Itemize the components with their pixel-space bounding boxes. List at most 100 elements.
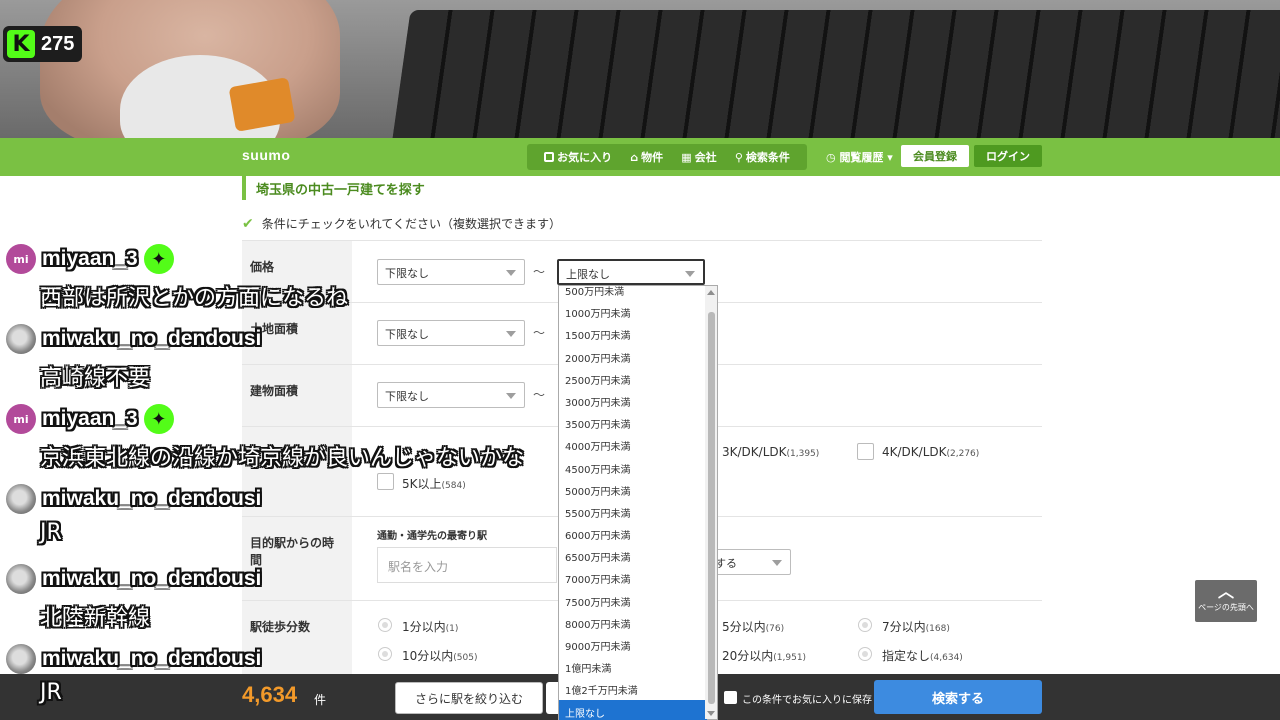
viewer-counter: K 275 <box>3 26 83 62</box>
result-count: 4,634 <box>242 682 298 707</box>
chat-user-row: miwaku_no_dendousi <box>6 324 261 354</box>
register-button[interactable]: 会員登録 <box>901 145 969 167</box>
scrollbar-thumb[interactable] <box>708 312 715 704</box>
chat-user-row: mi miyaan_3 ✦ <box>6 404 174 434</box>
chat-username: miwaku_no_dendousi <box>42 327 262 350</box>
chat-user-row: miwaku_no_dendousi <box>6 644 261 674</box>
save-favorite-label: この条件でお気に入りに保存 <box>742 695 872 706</box>
result-count-unit: 件 <box>314 693 327 707</box>
price-option[interactable]: 1億2千万円未満 <box>559 677 707 699</box>
price-option[interactable]: 6500万円未満 <box>559 544 707 566</box>
chat-user-row: miwaku_no_dendousi <box>6 484 261 514</box>
walk-option-any[interactable]: 指定なし(4,634) <box>882 647 963 664</box>
price-option[interactable]: 2000万円未満 <box>559 345 707 367</box>
walk-radio-1min[interactable] <box>378 618 392 632</box>
browsing-history-menu[interactable]: ◷ 閲覧履歴 ▾ <box>826 149 893 165</box>
scroll-down-arrow-icon[interactable] <box>707 711 715 716</box>
webcam-feed <box>0 0 1280 138</box>
narrow-station-button[interactable]: さらに駅を絞り込む <box>395 682 543 714</box>
checkmark-icon: ✔ <box>242 215 254 232</box>
chat-username: miyaan_3 <box>42 407 138 430</box>
price-option[interactable]: 7500万円未満 <box>559 589 707 611</box>
chat-username: miwaku_no_dendousi <box>42 487 262 510</box>
walk-option-20min[interactable]: 20分以内(1,951) <box>722 647 806 664</box>
search-button[interactable]: 検索する <box>874 680 1042 714</box>
walk-radio-any[interactable] <box>858 647 872 661</box>
chat-username: miwaku_no_dendousi <box>42 567 262 590</box>
avatar <box>6 644 36 674</box>
price-option[interactable]: 上限なし <box>559 699 707 720</box>
range-tilde: 〜 <box>533 326 546 340</box>
layout-option-3k[interactable]: 3K/DK/LDK(1,395) <box>722 445 819 459</box>
walk-radio-10min[interactable] <box>378 647 392 661</box>
walk-radio-7min[interactable] <box>858 618 872 632</box>
walk-option-10min[interactable]: 10分以内(505) <box>402 647 477 664</box>
range-tilde: 〜 <box>533 265 546 279</box>
instruction-text: ✔ 条件にチェックをいれてください（複数選択できます） <box>242 215 562 232</box>
avatar <box>6 564 36 594</box>
price-option[interactable]: 6000万円未満 <box>559 522 707 544</box>
station-sub-label: 通勤・通学先の最寄り駅 <box>377 531 487 542</box>
price-option[interactable]: 1億円未満 <box>559 655 707 677</box>
land-min-select[interactable]: 下限なし <box>377 320 525 346</box>
walk-option-7min[interactable]: 7分以内(168) <box>882 618 950 635</box>
price-option[interactable]: 4000万円未満 <box>559 433 707 455</box>
avatar <box>6 324 36 354</box>
suumo-page: suumo お気に入り ⌂ 物件 ▦ 会社 ⚲ 検索条件 ◷ 閲覧履歴 ▾ 会員登録 … <box>0 138 1280 720</box>
search-icon: ⚲ <box>734 150 743 164</box>
walk-option-5min[interactable]: 5分以内(76) <box>722 618 784 635</box>
nav-company[interactable]: ▦ 会社 <box>681 149 716 165</box>
price-option[interactable]: 8000万円未満 <box>559 611 707 633</box>
keyboard-image <box>389 10 1280 138</box>
nav-favorites[interactable]: お気に入り <box>544 149 612 165</box>
station-name-input[interactable]: 駅名を入力 <box>377 547 557 583</box>
price-max-dropdown[interactable]: 500万円未満 1000万円未満 1500万円未満 2000万円未満 2500万円未満 3… <box>558 285 718 720</box>
viewer-count: 275 <box>41 32 75 55</box>
checkbox-icon <box>544 152 555 162</box>
site-header: suumo お気に入り ⌂ 物件 ▦ 会社 ⚲ 検索条件 ◷ 閲覧履歴 ▾ 会員登録 … <box>0 138 1280 176</box>
layout-checkbox-5k[interactable] <box>377 473 394 490</box>
layout-option-4k[interactable]: 4K/DK/LDK(2,276) <box>882 445 979 459</box>
chat-username: miyaan_3 <box>42 247 138 270</box>
avatar: mi <box>6 404 36 434</box>
building-area-label: 建物面積 <box>242 365 352 426</box>
station-time-select[interactable]: する <box>707 549 791 575</box>
nav-property[interactable]: ⌂ 物件 <box>630 149 663 165</box>
chat-username: miwaku_no_dendousi <box>42 647 262 670</box>
avatar: mi <box>6 244 36 274</box>
clock-icon: ◷ <box>826 151 840 164</box>
walk-option-1min[interactable]: 1分以内(1) <box>402 618 458 635</box>
building-icon: ▦ <box>681 150 692 164</box>
price-option[interactable]: 5500万円未満 <box>559 500 707 522</box>
site-nav: お気に入り ⌂ 物件 ▦ 会社 ⚲ 検索条件 <box>527 144 807 170</box>
star-badge-icon: ✦ <box>143 244 174 274</box>
price-options-list: 500万円未満 1000万円未満 1500万円未満 2000万円未満 2500万円未満 3… <box>559 278 707 720</box>
price-option[interactable]: 3500万円未満 <box>559 411 707 433</box>
price-option[interactable]: 4500万円未満 <box>559 456 707 478</box>
price-min-select[interactable]: 下限なし <box>377 259 525 285</box>
save-favorite-checkbox[interactable] <box>724 691 737 704</box>
star-badge-icon: ✦ <box>143 404 174 434</box>
price-option[interactable]: 7000万円未満 <box>559 566 707 588</box>
layout-option-5k[interactable]: 5K以上(584) <box>402 475 466 492</box>
suumo-logo[interactable]: suumo <box>242 147 290 163</box>
price-option[interactable]: 500万円未満 <box>559 278 707 300</box>
scroll-up-arrow-icon[interactable] <box>707 290 715 295</box>
price-option[interactable]: 5000万円未満 <box>559 478 707 500</box>
house-icon: ⌂ <box>630 150 639 164</box>
layout-checkbox-4k[interactable] <box>857 443 874 460</box>
building-min-select[interactable]: 下限なし <box>377 382 525 408</box>
price-option[interactable]: 1500万円未満 <box>559 322 707 344</box>
page-title: 埼玉県の中古一戸建てを探す <box>242 176 425 200</box>
price-label: 価格 <box>242 241 352 302</box>
dropdown-scrollbar[interactable] <box>705 286 717 719</box>
kick-logo-icon: K <box>7 30 35 58</box>
price-option[interactable]: 2500万円未満 <box>559 367 707 389</box>
chat-user-row: mi miyaan_3 ✦ <box>6 244 174 274</box>
price-option[interactable]: 3000万円未満 <box>559 389 707 411</box>
price-option[interactable]: 9000万円未満 <box>559 633 707 655</box>
nav-search-conditions[interactable]: ⚲ 検索条件 <box>735 149 790 165</box>
price-option[interactable]: 1000万円未満 <box>559 300 707 322</box>
login-button[interactable]: ログイン <box>974 145 1042 167</box>
back-to-top-button[interactable]: ︿ ページの先頭へ <box>1195 580 1257 622</box>
